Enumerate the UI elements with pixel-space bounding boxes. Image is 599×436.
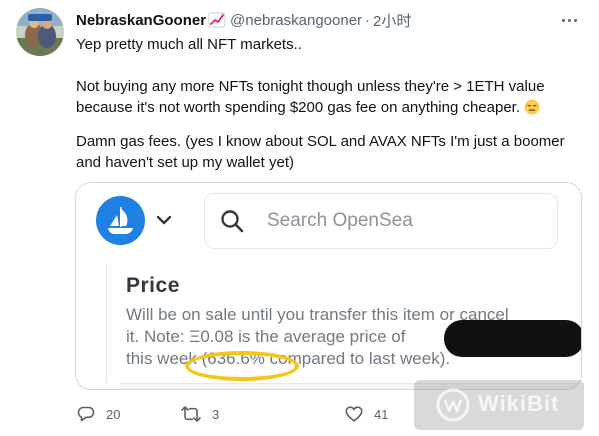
opensea-logo-icon xyxy=(96,196,145,245)
expressionless-face-emoji-icon xyxy=(524,99,540,115)
retweet-icon xyxy=(181,406,201,422)
watermark: WikiBit xyxy=(414,380,584,430)
tweet-media-image[interactable]: Search OpenSea Price Will be on sale unt… xyxy=(75,182,582,390)
watermark-text: WikiBit xyxy=(478,391,560,416)
price-title: Price xyxy=(126,274,180,297)
divider xyxy=(106,263,107,383)
tweet: NebraskanGooner @nebraskangooner · 2小时 Y… xyxy=(0,0,599,436)
avatar[interactable] xyxy=(16,8,64,56)
retweet-count: 3 xyxy=(212,406,220,422)
tweet-line: Damn gas fees. (yes I know about SOL and… xyxy=(76,133,565,150)
tweet-paragraph-3: Damn gas fees. (yes I know about SOL and… xyxy=(76,131,576,173)
tweet-line: Yep pretty much all NFT markets.. xyxy=(76,36,302,53)
tweet-line: and haven't set up my wallet yet) xyxy=(76,154,294,171)
separator-dot: · xyxy=(365,11,371,29)
user-handle[interactable]: @nebraskangooner xyxy=(230,12,362,29)
highlight-circle xyxy=(185,351,299,381)
display-name[interactable]: NebraskanGooner xyxy=(76,12,206,29)
wikibit-logo-icon xyxy=(436,388,470,422)
retweet-button[interactable]: 3 xyxy=(180,404,219,424)
reply-button[interactable]: 20 xyxy=(76,404,120,424)
more-options-icon[interactable] xyxy=(559,12,579,28)
tweet-paragraph-1: Yep pretty much all NFT markets.. xyxy=(76,34,576,55)
tweet-header: NebraskanGooner @nebraskangooner · 2小时 xyxy=(76,10,411,30)
like-count: 41 xyxy=(374,406,389,422)
tweet-line-text: because it's not worth spending $200 gas… xyxy=(76,99,521,116)
search-icon xyxy=(219,208,245,234)
heart-icon xyxy=(345,406,363,422)
redaction-bar xyxy=(444,320,581,357)
tweet-paragraph-2: Not buying any more NFTs tonight though … xyxy=(76,76,576,118)
tweet-line-with-emoji: because it's not worth spending $200 gas… xyxy=(76,97,576,118)
opensea-header: Search OpenSea xyxy=(76,183,581,267)
like-button[interactable]: 41 xyxy=(344,404,388,424)
tweet-actions: 20 3 41 xyxy=(76,404,436,424)
chart-increasing-emoji-icon xyxy=(208,12,226,28)
opensea-search-input[interactable]: Search OpenSea xyxy=(204,193,558,249)
chevron-down-icon[interactable] xyxy=(156,213,172,225)
reply-count: 20 xyxy=(106,406,121,422)
timestamp[interactable]: 2小时 xyxy=(373,10,411,31)
avatar-image xyxy=(16,8,64,56)
tweet-line: Not buying any more NFTs tonight though … xyxy=(76,78,545,95)
search-placeholder: Search OpenSea xyxy=(267,210,413,231)
reply-icon xyxy=(77,406,95,422)
